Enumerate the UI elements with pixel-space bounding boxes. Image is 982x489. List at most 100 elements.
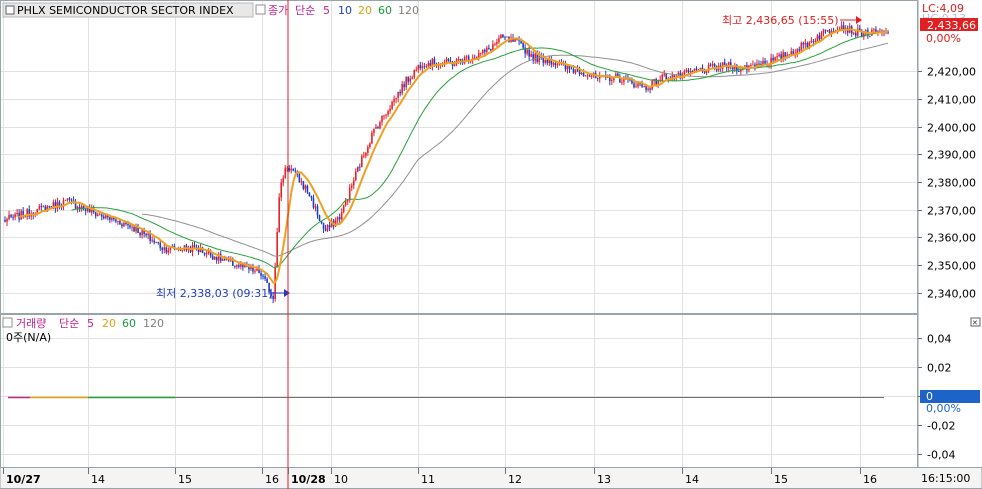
candle-body	[149, 233, 151, 241]
candle-body	[590, 75, 593, 77]
candle-body	[167, 250, 170, 253]
candle-body	[387, 111, 389, 115]
candle-body	[457, 59, 460, 60]
candle-body	[413, 69, 416, 78]
candle-body	[133, 226, 135, 232]
candle-body	[647, 88, 649, 90]
legend-period-10: 10	[338, 4, 352, 17]
candle-body	[544, 59, 547, 63]
candle-body	[453, 64, 456, 66]
candle-body	[459, 59, 462, 61]
candle-body	[409, 78, 412, 82]
candle-body	[12, 216, 14, 218]
legend-volume-period-60: 60	[122, 317, 136, 330]
candle-body	[153, 240, 155, 243]
time-tick-label: 12	[508, 473, 522, 486]
candle-body	[363, 155, 365, 157]
candle-body	[816, 35, 819, 42]
candle-body	[98, 214, 101, 216]
candle-body	[238, 265, 240, 267]
legend-volume-ma-type: 단순	[59, 317, 79, 330]
candle-body	[826, 30, 829, 31]
candle-body	[637, 83, 639, 87]
candle-body	[155, 241, 158, 243]
candle-body	[399, 92, 401, 94]
candle-body	[213, 256, 216, 260]
candle-body	[304, 185, 307, 189]
volume-current-change: 0,00%	[926, 402, 961, 415]
candle-body	[709, 64, 712, 66]
candle-body	[68, 198, 71, 200]
candle-body	[611, 80, 613, 81]
candle-body	[284, 168, 287, 178]
candle-body	[234, 265, 236, 267]
candle-body	[119, 220, 121, 225]
candle-body	[357, 166, 359, 172]
candle-body	[165, 247, 168, 253]
candle-body	[338, 217, 341, 220]
candle-body	[588, 75, 591, 77]
candle-body	[566, 65, 569, 70]
candle-body	[4, 219, 6, 222]
candle-body	[449, 61, 452, 63]
candle-body	[713, 64, 716, 67]
candle-body	[383, 115, 385, 117]
candle-body	[151, 240, 153, 242]
volume-pane-close-glyph[interactable]: ✕	[972, 319, 978, 327]
candle-body	[94, 212, 97, 216]
candle-body	[96, 214, 99, 216]
candle-body	[123, 222, 125, 227]
candle-body	[292, 168, 295, 171]
time-label: 16:15:00	[921, 472, 970, 485]
candle-body	[276, 232, 278, 267]
legend-volume-period-5: 5	[87, 317, 94, 330]
candle-body	[272, 295, 274, 300]
candle-body	[310, 196, 313, 198]
candle-body	[161, 248, 164, 250]
legend-price-label: 종가	[268, 4, 288, 17]
time-tick-label: 13	[597, 473, 611, 486]
candle-body	[393, 98, 395, 102]
price-tick-label: 2,410,00	[927, 94, 976, 107]
candle-body	[820, 33, 823, 39]
legend-volume-period-20: 20	[102, 317, 116, 330]
candle-body	[373, 128, 375, 133]
candle-body	[215, 256, 218, 261]
candle-body	[574, 69, 577, 73]
candle-body	[260, 273, 262, 276]
candle-body	[778, 54, 780, 57]
volume-tick-label: -0,02	[927, 420, 955, 433]
candle-body	[546, 59, 549, 63]
candle-body	[266, 278, 268, 283]
collapse-icon[interactable]	[5, 5, 15, 15]
candle-body	[66, 198, 69, 200]
candle-body	[111, 217, 113, 220]
candle-body	[377, 127, 379, 129]
candle-body	[203, 252, 206, 255]
price-tick-label: 2,420,00	[927, 66, 976, 79]
candle-body	[262, 275, 264, 277]
candle-body	[580, 72, 583, 75]
price-pane-frame	[0, 0, 918, 314]
candle-body	[84, 209, 87, 211]
candle-body	[427, 62, 430, 67]
candle-body	[328, 225, 331, 228]
candle-body	[496, 41, 498, 44]
candle-body	[145, 233, 147, 236]
candle-body	[572, 69, 575, 73]
candle-body	[689, 71, 692, 73]
candle-body	[352, 180, 355, 186]
time-tick-label: 15	[178, 473, 192, 486]
candle-body	[633, 83, 635, 88]
candle-body	[582, 72, 585, 76]
candle-body	[115, 219, 117, 222]
candle-body	[490, 49, 492, 51]
candle-body	[534, 53, 537, 61]
candle-body	[411, 77, 414, 79]
candle-body	[16, 212, 18, 214]
candle-body	[211, 255, 214, 260]
chart-canvas[interactable]: PHLX SEMICONDUCTOR SECTOR INDEX 종가 단순 5 …	[0, 0, 982, 489]
candle-body	[298, 173, 301, 183]
candle-body	[157, 241, 160, 243]
candle-body	[10, 214, 12, 217]
